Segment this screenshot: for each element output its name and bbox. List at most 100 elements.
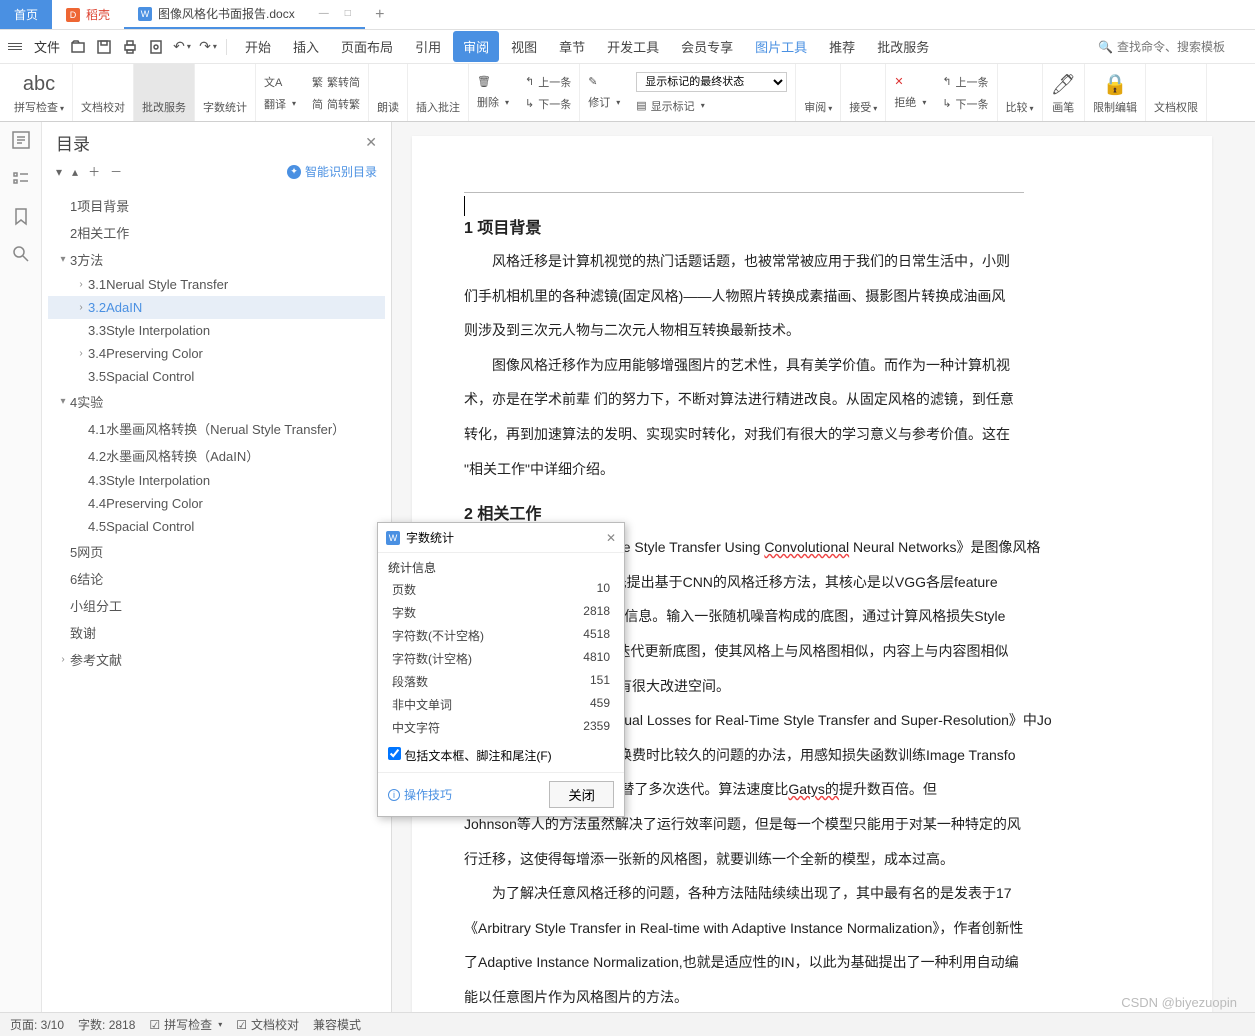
redo-icon[interactable]: ↷▾: [200, 39, 216, 55]
outline-twisty-icon[interactable]: ▾: [56, 254, 70, 265]
dialog-close-icon[interactable]: ✕: [606, 531, 616, 545]
outline-twisty-icon[interactable]: ›: [74, 302, 88, 313]
outline-item[interactable]: 1项目背景: [48, 192, 385, 219]
tab-daoke[interactable]: D 稻壳: [52, 0, 124, 29]
menu-member[interactable]: 会员专享: [671, 31, 743, 62]
tab-document[interactable]: W 图像风格化书面报告.docx — □: [124, 0, 365, 29]
outline-item[interactable]: 4.4Preserving Color: [48, 492, 385, 515]
ribbon-reject[interactable]: ✕: [894, 75, 903, 88]
menu-picture-tools[interactable]: 图片工具: [745, 31, 817, 62]
ribbon-reject-dd[interactable]: 拒绝▾: [894, 94, 926, 110]
find-icon[interactable]: [11, 244, 31, 264]
outline-twisty-icon[interactable]: ›: [74, 279, 88, 290]
outline-item[interactable]: 6结论: [48, 565, 385, 592]
menu-correction[interactable]: 批改服务: [867, 31, 939, 62]
menu-insert[interactable]: 插入: [283, 31, 329, 62]
outline-item[interactable]: ›3.1Nerual Style Transfer: [48, 273, 385, 296]
ribbon-wordcount[interactable]: 字数统计: [195, 64, 256, 121]
nav-icon[interactable]: [11, 168, 31, 188]
markup-select[interactable]: 显示标记的最终状态: [636, 72, 787, 92]
ribbon-translate[interactable]: 文A: [264, 74, 282, 90]
ribbon-simp2trad[interactable]: 简 简转繁: [312, 96, 360, 112]
menu-section[interactable]: 章节: [549, 31, 595, 62]
outline-item[interactable]: ▾4实验: [48, 388, 385, 415]
ribbon-next-change[interactable]: ↳ 下一条: [942, 96, 988, 112]
ribbon-compare[interactable]: 比较▾: [998, 64, 1043, 121]
ribbon-track-dd[interactable]: 修订▾: [588, 94, 620, 110]
ribbon-docperm[interactable]: 文档权限: [1146, 64, 1207, 121]
outline-smart-toc[interactable]: ✦ 智能识别目录: [287, 163, 377, 180]
new-tab-button[interactable]: +: [365, 0, 395, 29]
ribbon-pen[interactable]: 🖊画笔: [1043, 64, 1085, 121]
outline-add-icon[interactable]: ＋: [88, 163, 100, 180]
outline-item[interactable]: 4.5Spacial Control: [48, 515, 385, 538]
ribbon-review-pane[interactable]: 审阅▾: [796, 64, 841, 121]
dialog-checkbox-row[interactable]: 包括文本框、脚注和尾注(F): [378, 739, 624, 772]
outline-twisty-icon[interactable]: ▾: [56, 396, 70, 407]
ribbon-insert-comment[interactable]: 插入批注: [408, 64, 469, 121]
dialog-tip[interactable]: i 操作技巧: [388, 786, 452, 803]
ribbon-prev-comment[interactable]: ↰ 上一条: [525, 74, 571, 90]
outline-item[interactable]: 4.3Style Interpolation: [48, 469, 385, 492]
outline-item[interactable]: 5网页: [48, 538, 385, 565]
ribbon-restrict[interactable]: 🔒限制编辑: [1085, 64, 1146, 121]
outline-remove-icon[interactable]: －: [110, 163, 122, 180]
print-preview-icon[interactable]: [148, 39, 164, 55]
menu-dev[interactable]: 开发工具: [597, 31, 669, 62]
outline-icon[interactable]: [11, 130, 31, 150]
outline-collapse-icon[interactable]: ▾: [56, 165, 62, 179]
outline-twisty-icon[interactable]: ›: [56, 654, 70, 665]
tab-restore-icon[interactable]: □: [345, 8, 351, 19]
outline-twisty-icon[interactable]: ›: [74, 348, 88, 359]
status-spell[interactable]: ☑拼写检查 ▾: [149, 1016, 222, 1033]
outline-item[interactable]: 4.2水墨画风格转换（AdaIN）: [48, 442, 385, 469]
ribbon-doccheck[interactable]: 文档校对: [73, 64, 134, 121]
print-icon[interactable]: [122, 39, 138, 55]
ribbon-translate-dd[interactable]: 翻译▾: [264, 96, 296, 112]
outline-item[interactable]: ▾3方法: [48, 246, 385, 273]
ribbon-spellcheck[interactable]: abc拼写检查▾: [6, 64, 73, 121]
ribbon-delete-comment[interactable]: 🗑: [477, 75, 491, 88]
bookmark-icon[interactable]: [11, 206, 31, 226]
outline-item[interactable]: 4.1水墨画风格转换（Nerual Style Transfer）: [48, 415, 385, 442]
menu-recommend[interactable]: 推荐: [819, 31, 865, 62]
tab-minimize-icon[interactable]: —: [319, 8, 329, 19]
menu-view[interactable]: 视图: [501, 31, 547, 62]
outline-item[interactable]: 2相关工作: [48, 219, 385, 246]
ribbon-prev-change[interactable]: ↰ 上一条: [942, 74, 988, 90]
outline-item[interactable]: 3.3Style Interpolation: [48, 319, 385, 342]
outline-item[interactable]: ›参考文献: [48, 646, 385, 673]
outline-item[interactable]: ›3.2AdaIN: [48, 296, 385, 319]
status-proof[interactable]: ☑文档校对: [236, 1016, 299, 1033]
ribbon-accept[interactable]: 接受▾: [841, 64, 886, 121]
menu-review[interactable]: 审阅: [453, 31, 499, 62]
ribbon-track[interactable]: ✎: [588, 75, 597, 88]
ribbon-read[interactable]: 朗读: [369, 64, 408, 121]
outline-close-icon[interactable]: ✕: [365, 134, 377, 151]
undo-icon[interactable]: ↶▾: [174, 39, 190, 55]
outline-expand-icon[interactable]: ▴: [72, 165, 78, 179]
status-words[interactable]: 字数: 2818: [78, 1016, 135, 1033]
menu-reference[interactable]: 引用: [405, 31, 451, 62]
ribbon-trad2simp[interactable]: 繁 繁转简: [312, 74, 360, 90]
search-input[interactable]: [1117, 40, 1247, 54]
search-area[interactable]: 🔍: [1098, 40, 1247, 54]
outline-item[interactable]: ›3.4Preserving Color: [48, 342, 385, 365]
outline-item[interactable]: 致谢: [48, 619, 385, 646]
open-icon[interactable]: [70, 39, 86, 55]
ribbon-show-markup[interactable]: ▤ 显示标记▾: [636, 98, 704, 114]
outline-item[interactable]: 3.5Spacial Control: [48, 365, 385, 388]
menu-start[interactable]: 开始: [235, 31, 281, 62]
tab-home[interactable]: 首页: [0, 0, 52, 29]
menu-icon[interactable]: [8, 41, 22, 52]
outline-item[interactable]: 小组分工: [48, 592, 385, 619]
dialog-titlebar[interactable]: W 字数统计 ✕: [378, 523, 624, 553]
save-icon[interactable]: [96, 39, 112, 55]
ribbon-delete-dd[interactable]: 删除▾: [477, 94, 509, 110]
include-textbox-checkbox[interactable]: [388, 747, 401, 760]
ribbon-next-comment[interactable]: ↳ 下一条: [525, 96, 571, 112]
menu-layout[interactable]: 页面布局: [331, 31, 403, 62]
file-menu[interactable]: 文件: [34, 37, 60, 56]
ribbon-correction-service[interactable]: 批改服务: [134, 64, 195, 121]
status-page[interactable]: 页面: 3/10: [10, 1016, 64, 1033]
